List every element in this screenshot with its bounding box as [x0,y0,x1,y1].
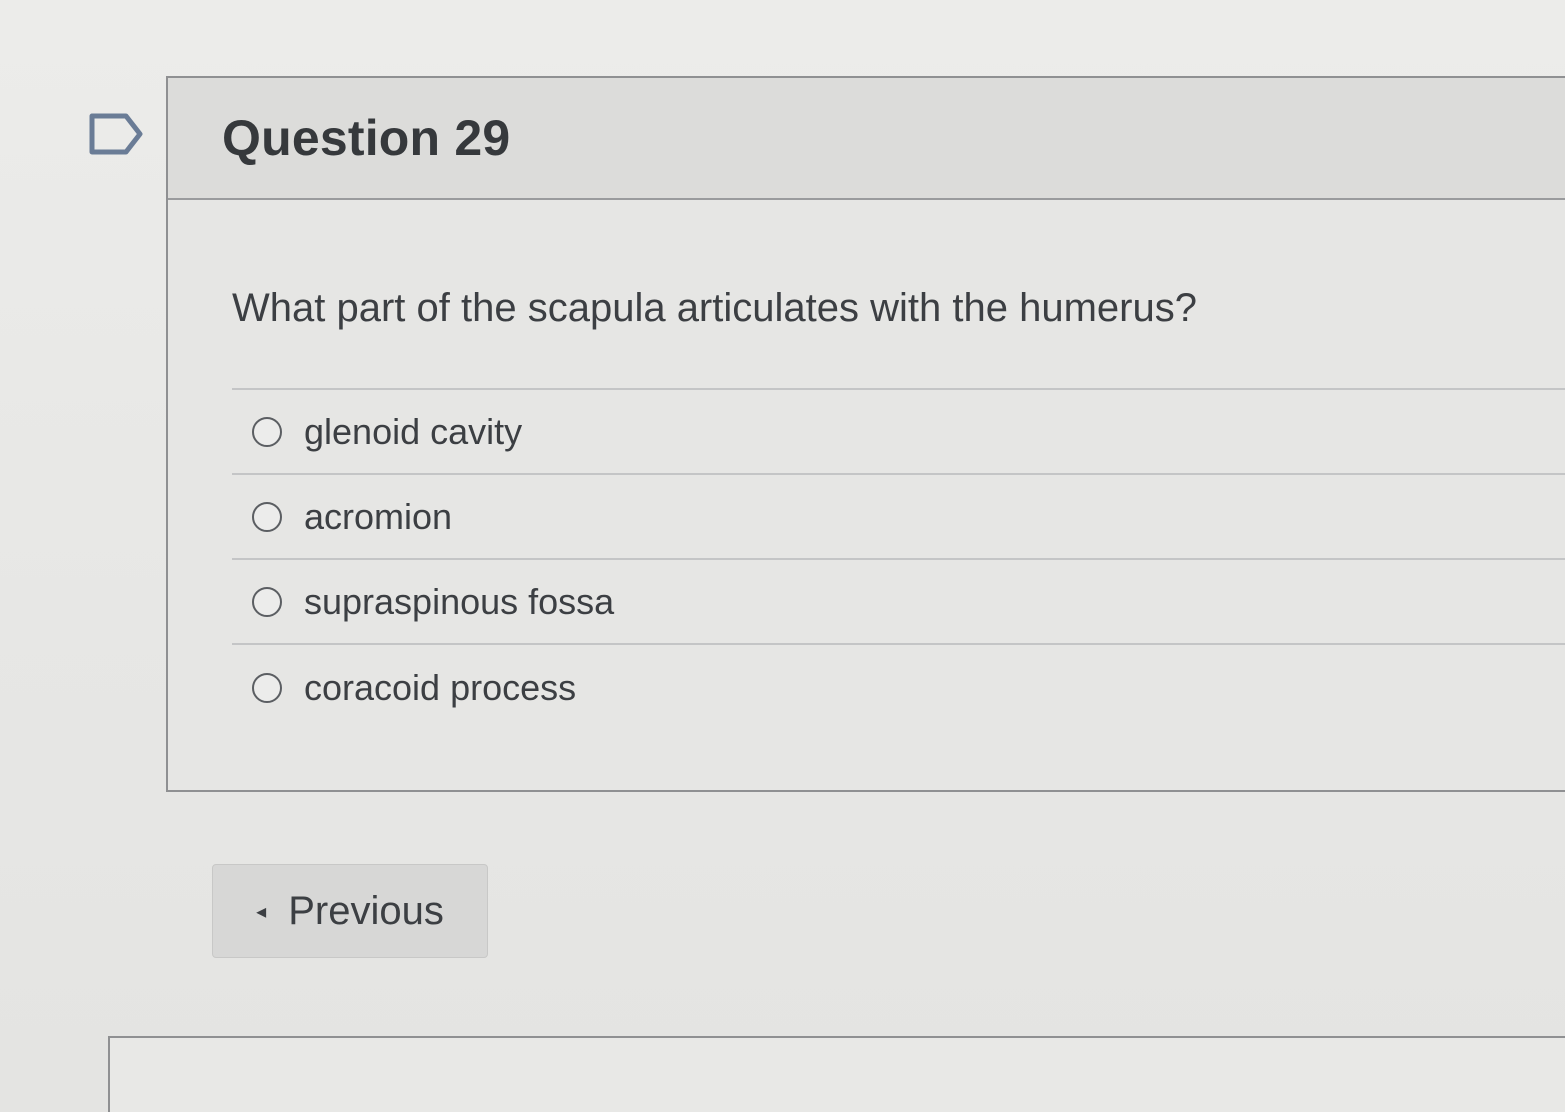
radio-button[interactable] [252,501,282,532]
radio-button[interactable] [252,672,282,703]
question-title: Question 29 [222,110,511,166]
next-section-panel [108,1036,1565,1112]
answer-label[interactable]: acromion [304,496,452,538]
previous-label: Previous [288,888,444,933]
answer-list: glenoid cavity acromion supraspinous fos… [232,388,1565,730]
answer-option[interactable]: acromion [232,475,1565,560]
quiz-page: Question 29 What part of the scapula art… [0,0,1565,1112]
question-header: Question 29 [168,78,1565,200]
flag-question-icon[interactable] [86,110,146,158]
answer-option[interactable]: supraspinous fossa [232,560,1565,645]
answer-label[interactable]: supraspinous fossa [304,581,614,623]
answer-label[interactable]: glenoid cavity [304,411,522,453]
question-body: What part of the scapula articulates wit… [168,200,1565,730]
answer-label[interactable]: coracoid process [304,667,576,709]
caret-left-icon: ◂ [256,900,267,923]
previous-button[interactable]: ◂ Previous [212,864,488,958]
radio-button[interactable] [252,586,282,617]
question-card: Question 29 What part of the scapula art… [166,76,1565,792]
answer-option[interactable]: glenoid cavity [232,390,1565,475]
radio-button[interactable] [252,416,282,447]
answer-option[interactable]: coracoid process [232,645,1565,730]
question-text: What part of the scapula articulates wit… [232,286,1197,330]
